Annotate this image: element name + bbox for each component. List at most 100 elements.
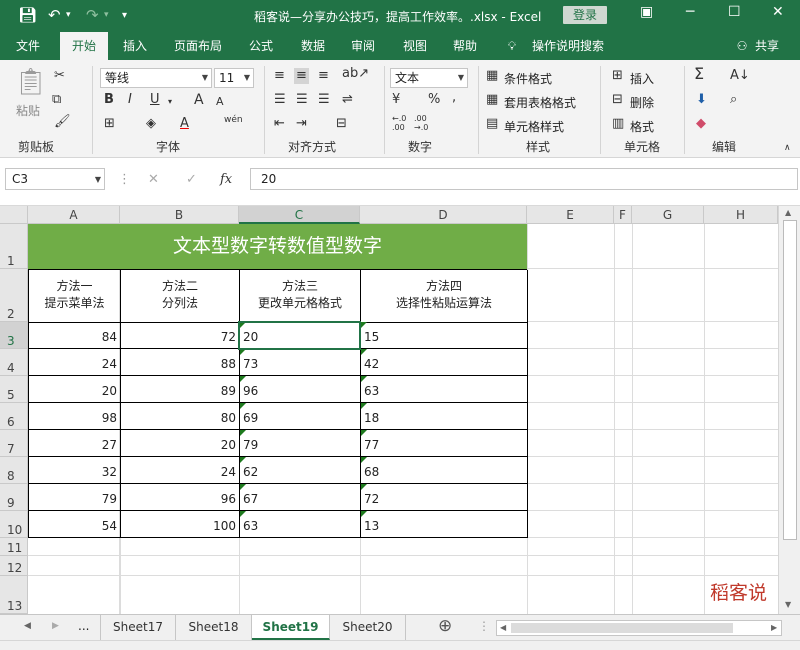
scroll-thumb[interactable]: [783, 220, 797, 540]
column-header[interactable]: F: [614, 206, 632, 224]
sheet-tab-active[interactable]: Sheet19: [252, 615, 330, 640]
scroll-right-icon[interactable]: ▶: [52, 621, 59, 631]
table-cell[interactable]: 15: [361, 322, 528, 349]
table-cell[interactable]: 20: [121, 430, 240, 457]
name-box[interactable]: C3 ▼: [5, 168, 105, 190]
table-cell[interactable]: 96: [240, 376, 361, 403]
select-all-corner[interactable]: [0, 206, 28, 224]
table-cell[interactable]: 67: [240, 484, 361, 511]
sort-filter-button[interactable]: A↓: [730, 68, 750, 84]
table-cell[interactable]: 32: [29, 457, 121, 484]
table-cell[interactable]: 42: [361, 349, 528, 376]
delete-cells-button[interactable]: 删除: [630, 94, 654, 111]
column-header[interactable]: C: [239, 206, 360, 224]
format-cells-button[interactable]: 格式: [630, 118, 654, 135]
fill-color-icon[interactable]: ◈: [146, 116, 156, 132]
column-header[interactable]: A: [28, 206, 120, 224]
collapse-ribbon-icon[interactable]: ∧: [784, 140, 791, 156]
row-header[interactable]: 12: [0, 556, 28, 576]
grow-font-button[interactable]: A: [194, 92, 204, 108]
table-cell[interactable]: 80: [121, 403, 240, 430]
cut-icon[interactable]: ✂: [54, 68, 65, 84]
decrease-decimal-button[interactable]: .00 →.0: [414, 114, 438, 132]
scroll-up-icon[interactable]: ▲: [785, 208, 791, 217]
undo-dropdown-icon[interactable]: ▾: [66, 10, 71, 20]
table-cell[interactable]: 84: [29, 322, 121, 349]
scroll-right-icon[interactable]: ▶: [771, 623, 777, 632]
table-title[interactable]: 文本型数字转数值型数字: [28, 224, 527, 269]
font-size-select[interactable]: 11 ▼: [214, 68, 254, 88]
orientation-icon[interactable]: ab↗: [342, 66, 369, 82]
align-center-icon[interactable]: ☰: [296, 92, 308, 108]
table-cell[interactable]: 98: [29, 403, 121, 430]
vertical-scrollbar[interactable]: ▲ ▼: [778, 206, 800, 614]
row-header[interactable]: 2: [0, 269, 28, 322]
login-button[interactable]: 登录: [563, 6, 607, 24]
table-cell[interactable]: 68: [361, 457, 528, 484]
table-cell[interactable]: 54: [29, 511, 121, 538]
row-header[interactable]: 8: [0, 457, 28, 484]
paste-icon[interactable]: 📋︎: [14, 68, 47, 96]
increase-decimal-button[interactable]: ←.0 .00: [392, 114, 416, 132]
insert-cells-button[interactable]: 插入: [630, 70, 654, 87]
formula-input[interactable]: 20: [250, 168, 798, 190]
table-cell[interactable]: 20: [29, 376, 121, 403]
increase-indent-icon[interactable]: ⇥: [296, 116, 307, 132]
percent-button[interactable]: %: [428, 92, 440, 108]
table-cell[interactable]: 18: [361, 403, 528, 430]
conditional-format-icon[interactable]: ▦: [486, 68, 498, 84]
conditional-format-button[interactable]: 条件格式: [504, 70, 552, 87]
fill-icon[interactable]: ⬇: [696, 92, 707, 108]
tab-view[interactable]: 视图: [394, 32, 436, 60]
horizontal-scrollbar[interactable]: ◀ ▶: [496, 620, 782, 636]
shrink-font-button[interactable]: A: [216, 94, 224, 110]
align-left-icon[interactable]: ☰: [274, 92, 286, 108]
redo-dropdown-icon[interactable]: ▾: [104, 10, 109, 20]
column-header[interactable]: H: [704, 206, 778, 224]
merge-center-icon[interactable]: ⊟: [336, 116, 347, 132]
table-cell[interactable]: 24: [121, 457, 240, 484]
tab-home[interactable]: 开始: [60, 32, 108, 60]
add-sheet-icon[interactable]: ⊕: [438, 616, 452, 636]
row-header[interactable]: 5: [0, 376, 28, 403]
sheet-tab[interactable]: Sheet17: [100, 615, 176, 640]
save-icon[interactable]: 💾︎: [18, 6, 37, 24]
align-right-icon[interactable]: ☰: [318, 92, 330, 108]
share-button[interactable]: 共享: [752, 32, 782, 60]
column-header[interactable]: B: [120, 206, 239, 224]
scroll-left-icon[interactable]: ◀: [500, 623, 506, 632]
number-format-select[interactable]: 文本 ▼: [390, 68, 468, 88]
find-select-button[interactable]: ⌕: [730, 92, 737, 108]
table-cell[interactable]: 77: [361, 430, 528, 457]
header-cell[interactable]: 方法三 更改单元格格式: [240, 270, 361, 323]
wrap-text-icon[interactable]: ⇌: [342, 92, 353, 108]
scroll-left-icon[interactable]: ◀: [24, 621, 31, 631]
format-as-table-icon[interactable]: ▦: [486, 92, 498, 108]
table-cell[interactable]: 89: [121, 376, 240, 403]
scroll-down-icon[interactable]: ▼: [785, 600, 791, 609]
borders-icon[interactable]: ⊞: [104, 116, 115, 132]
table-cell[interactable]: 13: [361, 511, 528, 538]
tell-me-search[interactable]: 操作说明搜索: [528, 32, 608, 60]
table-cell[interactable]: 63: [361, 376, 528, 403]
format-as-table-button[interactable]: 套用表格格式: [504, 94, 576, 111]
table-cell[interactable]: 100: [121, 511, 240, 538]
table-cell[interactable]: 62: [240, 457, 361, 484]
tab-data[interactable]: 数据: [292, 32, 334, 60]
table-cell[interactable]: 69: [240, 403, 361, 430]
align-middle-icon[interactable]: ≡: [294, 68, 309, 84]
italic-button[interactable]: I: [128, 92, 132, 108]
row-header[interactable]: 9: [0, 484, 28, 511]
column-header[interactable]: D: [360, 206, 527, 224]
header-cell[interactable]: 方法四 选择性粘贴运算法: [361, 270, 528, 323]
table-cell[interactable]: 96: [121, 484, 240, 511]
align-top-icon[interactable]: ≡: [274, 68, 285, 84]
row-header[interactable]: 1: [0, 224, 28, 269]
minimize-icon[interactable]: ─: [686, 4, 694, 20]
table-cell[interactable]: 72: [121, 322, 240, 349]
header-cell[interactable]: 方法一 提示菜单法: [29, 270, 121, 323]
sheet-tab[interactable]: Sheet20: [330, 615, 406, 640]
copy-icon[interactable]: ⧉: [52, 92, 61, 108]
row-header[interactable]: 11: [0, 538, 28, 556]
worksheet-grid[interactable]: A B C D E F G H 1 2 3 4 5 6 7 8 9 10 11 …: [0, 206, 800, 614]
